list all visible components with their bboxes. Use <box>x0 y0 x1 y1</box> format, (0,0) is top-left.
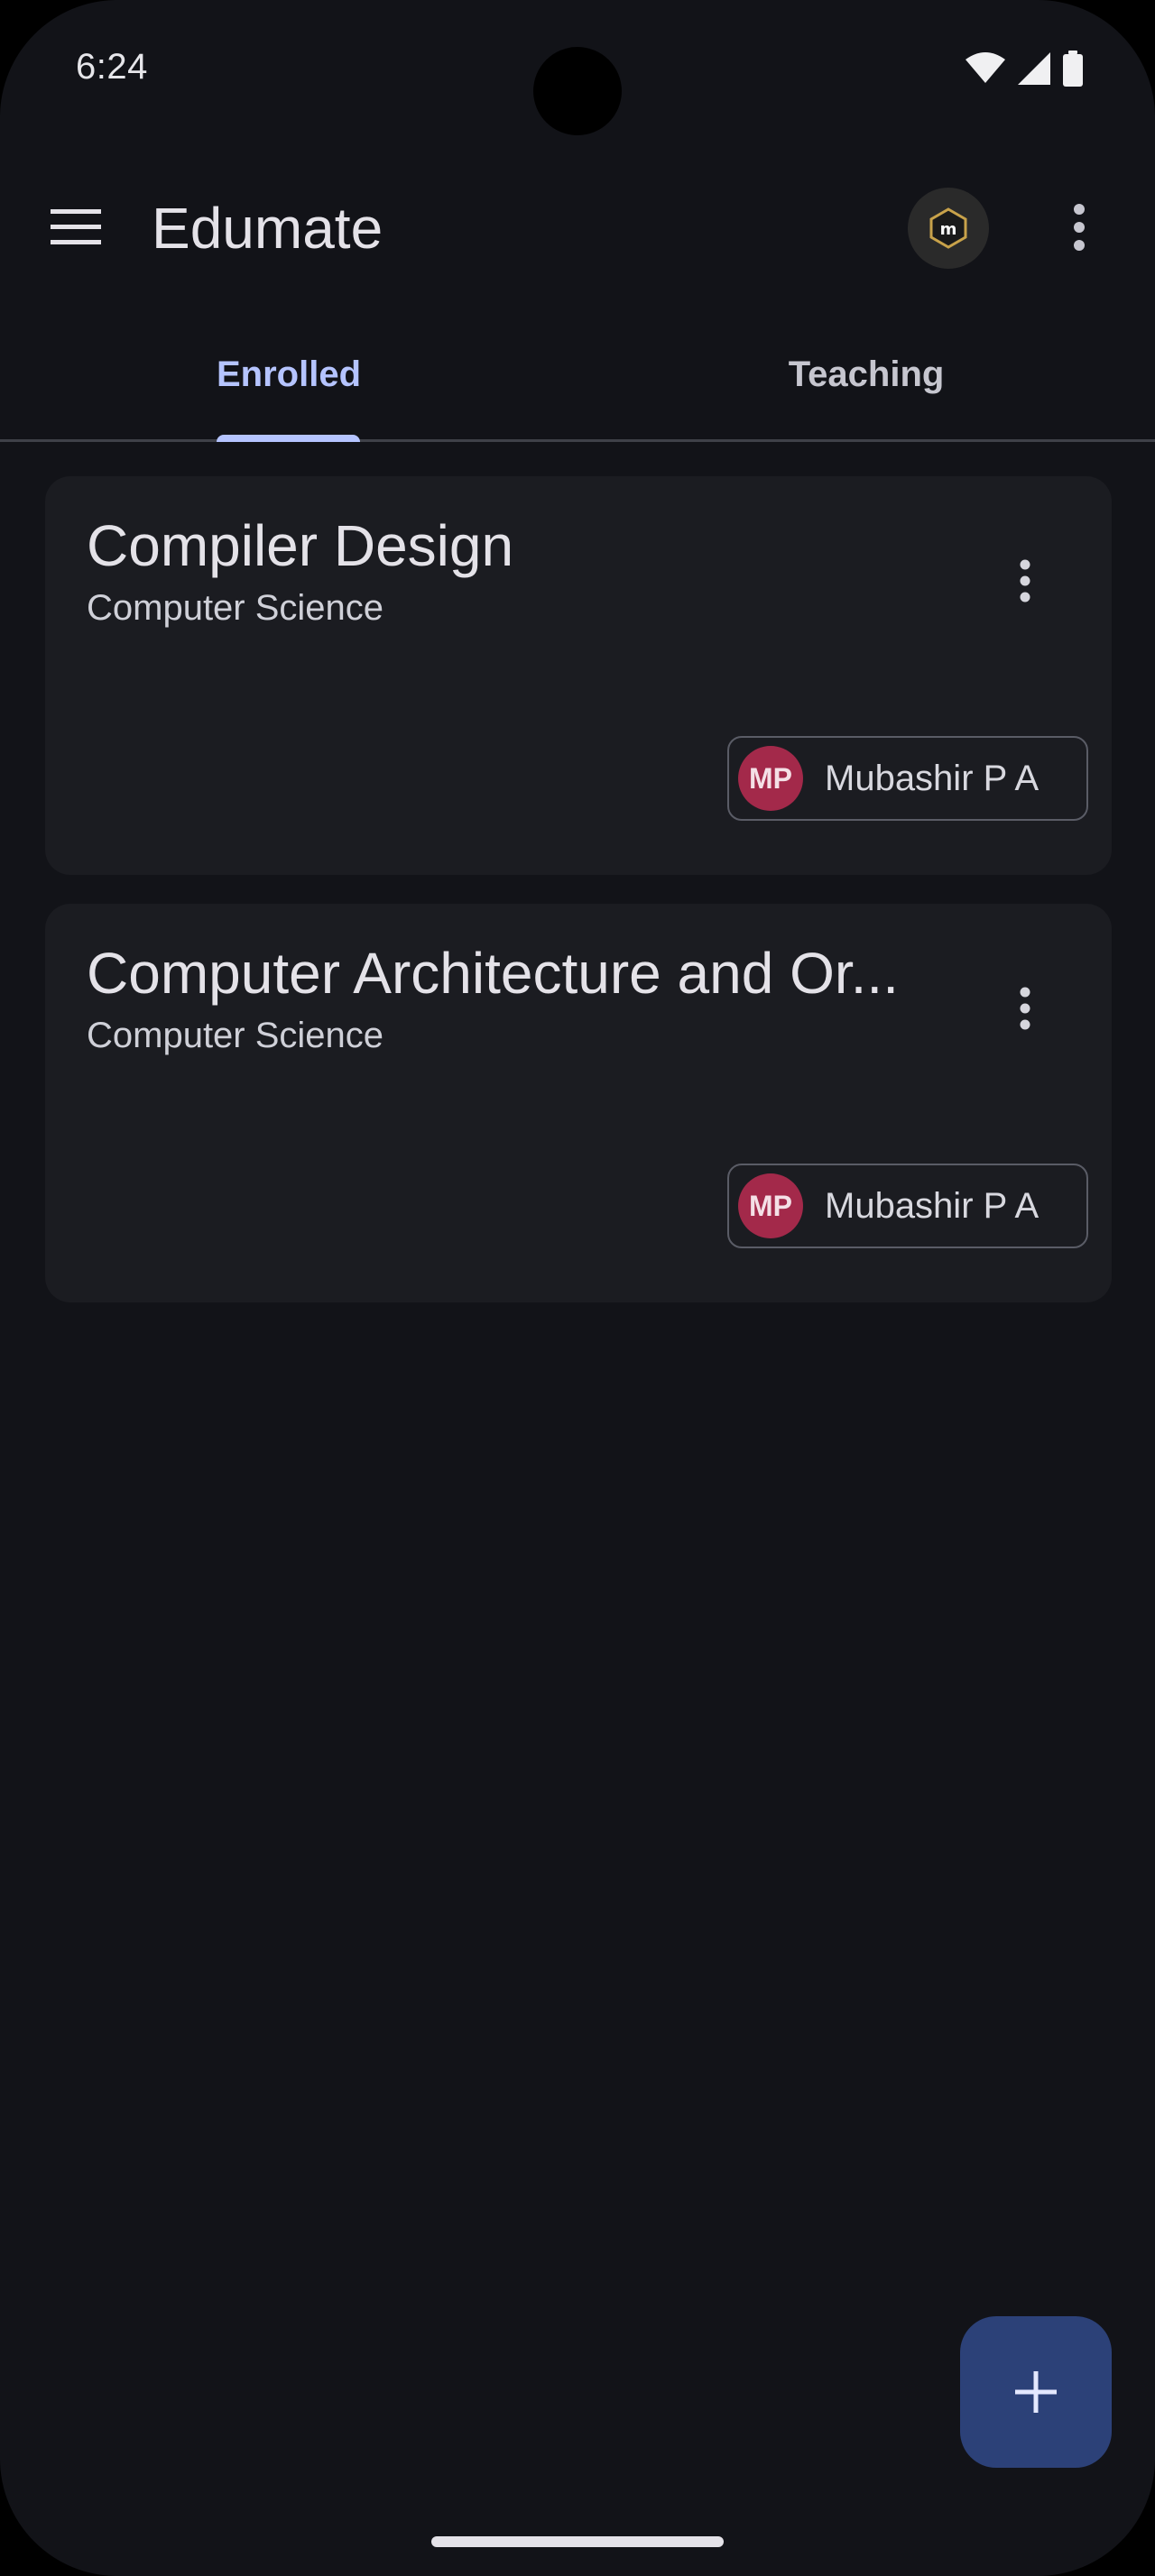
teacher-name: Mubashir P A <box>825 758 1040 798</box>
more-vert-icon <box>1020 987 1030 1030</box>
status-time: 6:24 <box>76 47 148 87</box>
more-vert-icon <box>1074 204 1085 251</box>
course-title: Computer Architecture and Or... <box>87 941 899 1006</box>
teacher-chip[interactable]: MP Mubashir P A <box>727 1164 1088 1248</box>
home-indicator[interactable] <box>431 2536 724 2547</box>
hamburger-menu-icon <box>51 209 101 244</box>
add-course-fab[interactable] <box>960 2316 1112 2468</box>
tab-bar: Enrolled Teaching <box>0 307 1155 442</box>
status-icons <box>966 51 1083 87</box>
app-title: Edumate <box>152 196 383 261</box>
signal-icon <box>1018 52 1050 85</box>
teacher-avatar: MP <box>738 1173 803 1238</box>
course-title: Compiler Design <box>87 513 514 578</box>
tab-teaching[interactable]: Teaching <box>578 307 1155 442</box>
course-subject: Computer Science <box>87 1016 384 1055</box>
top-app-bar: Edumate m <box>0 162 1155 289</box>
course-card-compiler-design[interactable]: Compiler Design Computer Science MP Muba… <box>45 476 1112 875</box>
teacher-avatar: MP <box>738 746 803 811</box>
add-icon <box>1015 2371 1057 2413</box>
teacher-chip[interactable]: MP Mubashir P A <box>727 736 1088 821</box>
more-vert-icon <box>1020 559 1030 603</box>
status-bar: 6:24 <box>0 0 1155 135</box>
course-subject: Computer Science <box>87 588 384 628</box>
camera-cutout <box>533 47 622 135</box>
screen: 6:24 Edumate m Enrolled Teaching Compile… <box>0 0 1155 2576</box>
navigation-menu-button[interactable] <box>40 191 112 263</box>
svg-text:m: m <box>940 220 957 239</box>
selected-tab-indicator <box>217 435 360 442</box>
course-options-button[interactable] <box>989 972 1061 1044</box>
course-options-button[interactable] <box>989 545 1061 617</box>
teacher-name: Mubashir P A <box>825 1185 1040 1226</box>
profile-avatar-icon: m <box>929 207 967 249</box>
profile-avatar-button[interactable]: m <box>908 188 989 269</box>
wifi-icon <box>966 52 1005 83</box>
overflow-menu-button[interactable] <box>1043 191 1115 263</box>
tab-enrolled[interactable]: Enrolled <box>0 307 578 442</box>
course-card-computer-architecture[interactable]: Computer Architecture and Or... Computer… <box>45 904 1112 1302</box>
battery-icon <box>1063 51 1083 87</box>
